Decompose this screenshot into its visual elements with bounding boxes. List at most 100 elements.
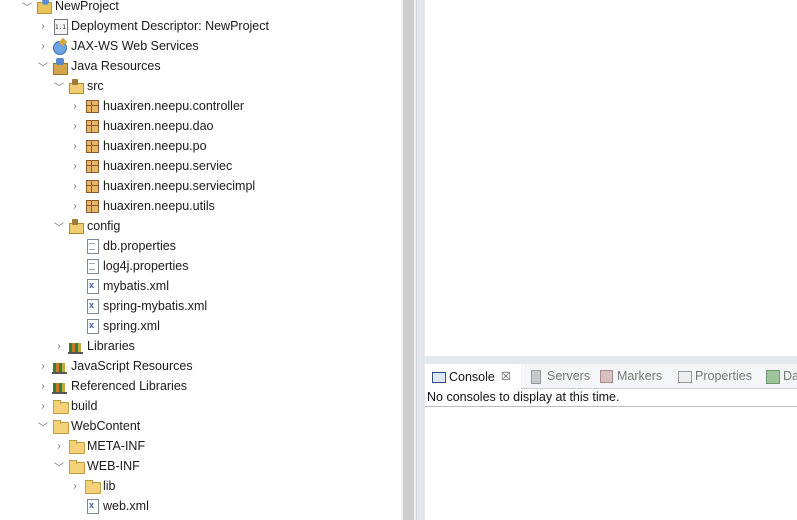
- tree-item-label: JAX-WS Web Services: [71, 39, 199, 53]
- tree-item-jax-ws[interactable]: › JAX-WS Web Services: [36, 36, 199, 56]
- package-icon: [84, 118, 100, 134]
- tree-item-newproject[interactable]: ﹀ NewProject: [20, 0, 119, 16]
- tree-item-label: Deployment Descriptor: NewProject: [71, 19, 269, 33]
- libraries-icon: [68, 338, 84, 354]
- expand-arrow-icon[interactable]: ›: [68, 96, 82, 116]
- package-icon: [84, 158, 100, 174]
- tree-item-label: WebContent: [71, 419, 141, 433]
- tree-item-label: META-INF: [87, 439, 146, 453]
- tree-item-javascript-resources[interactable]: › JavaScript Resources: [36, 356, 193, 376]
- expand-arrow-icon[interactable]: ›: [52, 336, 66, 356]
- tree-item-file[interactable]: spring.xml: [82, 316, 160, 336]
- tree-item-label: huaxiren.neepu.utils: [103, 199, 215, 213]
- tree-item-label: huaxiren.neepu.dao: [103, 119, 214, 133]
- tree-item-file[interactable]: mybatis.xml: [82, 276, 169, 296]
- tree-item-label: huaxiren.neepu.controller: [103, 99, 245, 113]
- properties-file-icon: [84, 238, 100, 254]
- tree-item-label: build: [71, 399, 98, 413]
- markers-icon: [599, 369, 613, 383]
- tab-markers[interactable]: Markers: [593, 364, 662, 388]
- properties-icon: [677, 369, 692, 383]
- tab-label: Da: [783, 369, 797, 383]
- tree-item-webcontent[interactable]: ﹀ WebContent: [36, 416, 140, 436]
- close-icon[interactable]: ☒: [501, 370, 511, 383]
- expand-arrow-icon[interactable]: ›: [68, 156, 82, 176]
- tree-item-web-xml[interactable]: web.xml: [82, 496, 149, 516]
- package-icon: [84, 178, 100, 194]
- tree-item-label: huaxiren.neepu.po: [103, 139, 207, 153]
- tree-item-file[interactable]: spring-mybatis.xml: [82, 296, 207, 316]
- tree-item-deployment-descriptor[interactable]: › Deployment Descriptor: NewProject: [36, 16, 269, 36]
- expand-arrow-icon[interactable]: ›: [36, 16, 50, 36]
- expand-arrow-icon[interactable]: ›: [68, 136, 82, 156]
- folder-icon: [52, 418, 69, 434]
- tree-item-file[interactable]: log4j.properties: [82, 256, 188, 276]
- panel-sash[interactable]: [425, 356, 797, 364]
- collapse-arrow-icon[interactable]: ﹀: [36, 416, 50, 436]
- tab-properties[interactable]: Properties: [671, 364, 752, 388]
- panel-tab-bar: Console ☒ Servers Markers Properties Da: [425, 364, 797, 389]
- tree-item-java-resources[interactable]: ﹀ Java Resources: [36, 56, 161, 76]
- expand-arrow-icon[interactable]: ›: [68, 116, 82, 136]
- tree-item-label: Libraries: [87, 339, 135, 353]
- tree-item-file[interactable]: db.properties: [82, 236, 176, 256]
- tree-item-label: spring.xml: [103, 319, 160, 333]
- expand-arrow-icon[interactable]: ›: [68, 176, 82, 196]
- xml-file-icon: [84, 298, 100, 314]
- source-folder-icon: [68, 78, 84, 94]
- bottom-panel: Console ☒ Servers Markers Properties Da …: [425, 364, 797, 520]
- tab-servers[interactable]: Servers: [523, 364, 590, 388]
- xml-file-icon: [84, 498, 100, 514]
- tree-item-label: huaxiren.neepu.serviecimpl: [103, 179, 256, 193]
- expand-arrow-icon[interactable]: ›: [36, 376, 50, 396]
- folder-icon: [52, 398, 69, 414]
- tree-item-label: Java Resources: [71, 59, 161, 73]
- explorer-scrollbar[interactable]: [401, 0, 416, 520]
- tree-item-package[interactable]: › huaxiren.neepu.serviec: [68, 156, 232, 176]
- collapse-arrow-icon[interactable]: ﹀: [52, 76, 66, 96]
- editor-area: [425, 0, 797, 356]
- tree-item-web-inf[interactable]: ﹀ WEB-INF: [52, 456, 140, 476]
- tree-item-label: NewProject: [55, 0, 119, 13]
- tree-item-label: db.properties: [103, 239, 176, 253]
- tab-label: Properties: [695, 369, 752, 383]
- collapse-arrow-icon[interactable]: ﹀: [20, 0, 34, 16]
- collapse-arrow-icon[interactable]: ﹀: [36, 56, 50, 76]
- view-divider[interactable]: [416, 0, 425, 520]
- tree-item-referenced-libraries[interactable]: › Referenced Libraries: [36, 376, 187, 396]
- libraries-icon: [52, 358, 68, 374]
- eclipse-workbench: ﹀ NewProject › Deployment Descriptor: Ne…: [0, 0, 797, 520]
- expand-arrow-icon[interactable]: ›: [36, 396, 50, 416]
- collapse-arrow-icon[interactable]: ﹀: [52, 456, 66, 476]
- tab-data-source[interactable]: Da: [759, 364, 797, 388]
- tree-item-config[interactable]: ﹀ config: [52, 216, 120, 236]
- tab-console[interactable]: Console ☒: [425, 364, 521, 389]
- tree-item-label: web.xml: [103, 499, 149, 513]
- collapse-arrow-icon[interactable]: ﹀: [52, 216, 66, 236]
- xml-file-icon: [84, 278, 100, 294]
- tree-item-label: config: [87, 219, 121, 233]
- expand-arrow-icon[interactable]: ›: [52, 436, 66, 456]
- explorer-scrollbar-thumb[interactable]: [403, 0, 414, 520]
- tree-item-lib[interactable]: › lib: [68, 476, 116, 496]
- expand-arrow-icon[interactable]: ›: [68, 476, 82, 496]
- tree-item-package[interactable]: › huaxiren.neepu.serviecimpl: [68, 176, 255, 196]
- tree-item-package[interactable]: › huaxiren.neepu.utils: [68, 196, 215, 216]
- folder-icon: [68, 458, 85, 474]
- tree-item-src[interactable]: ﹀ src: [52, 76, 104, 96]
- expand-arrow-icon[interactable]: ›: [36, 356, 50, 376]
- tree-item-package[interactable]: › huaxiren.neepu.controller: [68, 96, 244, 116]
- tree-item-build[interactable]: › build: [36, 396, 97, 416]
- expand-arrow-icon[interactable]: ›: [36, 36, 50, 56]
- properties-file-icon: [84, 258, 100, 274]
- source-folder-icon: [68, 218, 84, 234]
- tree-item-package[interactable]: › huaxiren.neepu.dao: [68, 116, 214, 136]
- web-services-icon: [52, 38, 68, 55]
- expand-arrow-icon[interactable]: ›: [68, 196, 82, 216]
- tree-item-label: Referenced Libraries: [71, 379, 188, 393]
- deployment-descriptor-icon: [52, 18, 68, 35]
- tree-item-package[interactable]: › huaxiren.neepu.po: [68, 136, 207, 156]
- tree-item-meta-inf[interactable]: › META-INF: [52, 436, 145, 456]
- tree-item-label: spring-mybatis.xml: [103, 299, 208, 313]
- tree-item-libraries[interactable]: › Libraries: [52, 336, 135, 356]
